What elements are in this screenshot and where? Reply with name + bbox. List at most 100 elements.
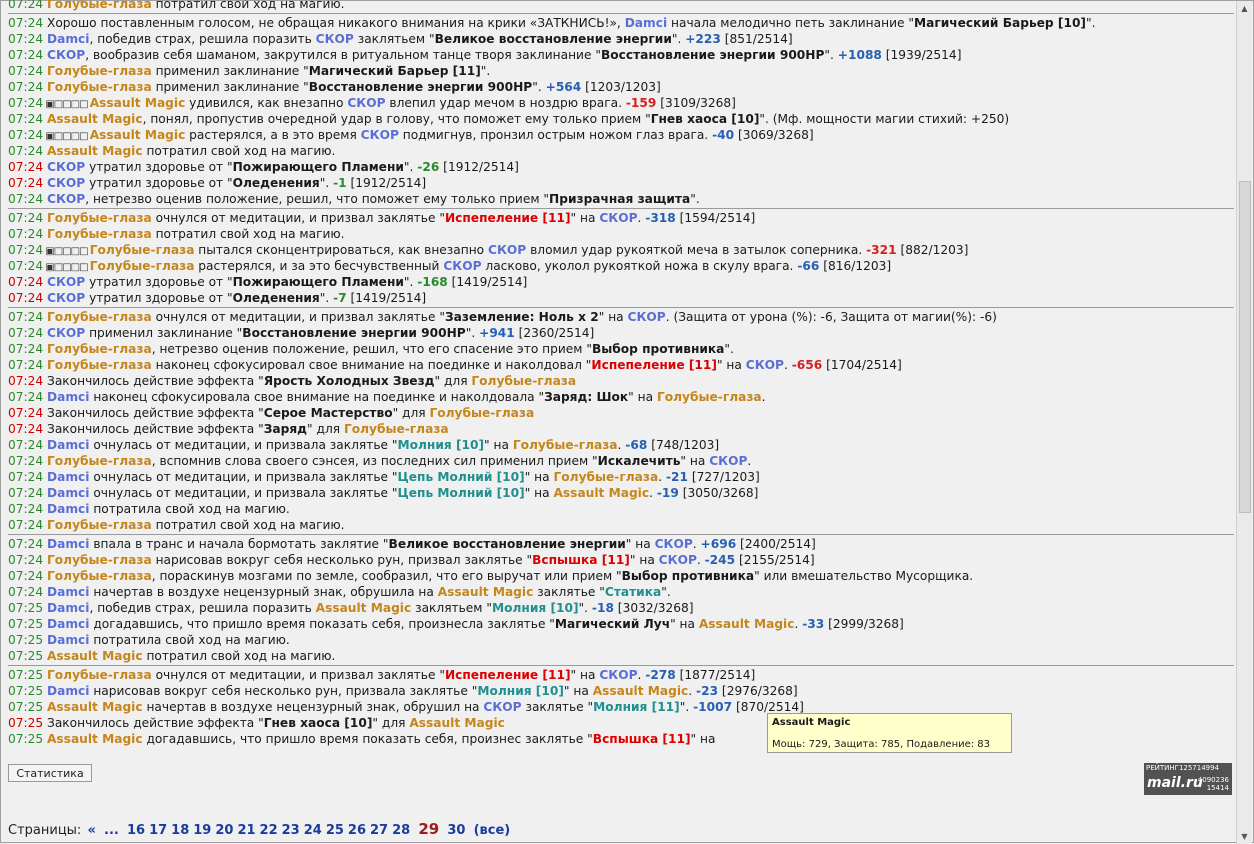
- player-name[interactable]: Голубые-глаза: [47, 80, 152, 94]
- player-name[interactable]: Голубые-глаза: [513, 438, 618, 452]
- player-name[interactable]: Assault Magic: [47, 144, 143, 158]
- player-name[interactable]: Damci: [47, 617, 89, 631]
- player-name[interactable]: Голубые-глаза: [47, 668, 152, 682]
- player-name[interactable]: Assault Magic: [409, 716, 505, 730]
- log-text: [882/1203]: [896, 243, 969, 257]
- player-name[interactable]: Assault Magic: [47, 700, 143, 714]
- player-name[interactable]: СКОР: [443, 259, 481, 273]
- player-name[interactable]: СКОР: [47, 160, 85, 174]
- player-name[interactable]: Голубые-глаза: [47, 518, 152, 532]
- log-time: 07:25: [8, 601, 44, 615]
- player-name[interactable]: Голубые-глаза: [47, 227, 152, 241]
- pagination-page[interactable]: 22: [260, 823, 278, 838]
- player-name[interactable]: Assault Magic: [47, 732, 143, 746]
- player-name[interactable]: СКОР: [628, 310, 666, 324]
- player-name[interactable]: СКОР: [47, 326, 85, 340]
- player-name[interactable]: Голубые-глаза: [344, 422, 449, 436]
- pagination-page[interactable]: 21: [237, 823, 255, 838]
- log-text: [1203/1203]: [581, 80, 661, 94]
- pagination-page[interactable]: 24: [304, 823, 322, 838]
- player-name[interactable]: Damci: [47, 633, 89, 647]
- player-name[interactable]: Damci: [47, 684, 89, 698]
- player-name[interactable]: Assault Magic: [316, 601, 412, 615]
- player-name[interactable]: Assault Magic: [90, 128, 186, 142]
- log-text: [2400/2514]: [736, 537, 816, 551]
- player-name[interactable]: Голубые-глаза: [47, 310, 152, 324]
- scroll-up-arrow-icon[interactable]: ▲: [1240, 4, 1249, 13]
- pagination-page[interactable]: 27: [370, 823, 388, 838]
- player-name[interactable]: Голубые-глаза: [90, 259, 195, 273]
- player-name[interactable]: Голубые-глаза: [47, 553, 152, 567]
- player-name[interactable]: Damci: [47, 438, 89, 452]
- player-name[interactable]: СКОР: [47, 48, 85, 62]
- player-name[interactable]: Damci: [47, 537, 89, 551]
- player-name[interactable]: Assault Magic: [554, 486, 650, 500]
- player-name[interactable]: СКОР: [709, 454, 747, 468]
- pagination-page[interactable]: 20: [215, 823, 233, 838]
- player-name[interactable]: СКОР: [483, 700, 521, 714]
- player-name[interactable]: Damci: [47, 486, 89, 500]
- vertical-scrollbar[interactable]: ▲ ▼: [1236, 1, 1252, 844]
- pagination-page[interactable]: 25: [326, 823, 344, 838]
- player-name[interactable]: СКОР: [47, 192, 85, 206]
- player-name[interactable]: СКОР: [361, 128, 399, 142]
- player-name[interactable]: Assault Magic: [699, 617, 795, 631]
- player-name[interactable]: Голубые-глаза: [471, 374, 576, 388]
- player-name[interactable]: СКОР: [47, 275, 85, 289]
- player-name[interactable]: Голубые-глаза: [47, 454, 152, 468]
- player-name[interactable]: СКОР: [347, 96, 385, 110]
- player-name[interactable]: Damci: [47, 32, 89, 46]
- player-name[interactable]: СКОР: [599, 668, 637, 682]
- player-name[interactable]: Голубые-глаза: [429, 406, 534, 420]
- player-name[interactable]: СКОР: [659, 553, 697, 567]
- pagination-all[interactable]: (все): [474, 823, 511, 838]
- player-name[interactable]: Голубые-глаза: [90, 243, 195, 257]
- mailru-rating-counter[interactable]: РЕЙТИНГ125714994 mail.ru 4090236 15414: [1144, 763, 1232, 795]
- pagination-page[interactable]: 19: [193, 823, 211, 838]
- player-name[interactable]: Голубые-глаза: [47, 569, 152, 583]
- pagination-page[interactable]: 17: [149, 823, 167, 838]
- player-name[interactable]: СКОР: [599, 211, 637, 225]
- pagination-ellipsis[interactable]: ...: [104, 823, 119, 838]
- player-name[interactable]: Assault Magic: [438, 585, 534, 599]
- pagination-page[interactable]: 28: [392, 823, 410, 838]
- player-name[interactable]: СКОР: [47, 291, 85, 305]
- pagination-prev[interactable]: «: [87, 823, 95, 838]
- pagination-page-next[interactable]: 30: [447, 823, 465, 838]
- player-name[interactable]: Голубые-глаза: [47, 211, 152, 225]
- player-name[interactable]: СКОР: [316, 32, 354, 46]
- log-entry: 07:24 Damci начертав в воздухе нецензурн…: [8, 584, 1234, 600]
- scrollbar-thumb[interactable]: [1239, 181, 1251, 513]
- player-name[interactable]: Голубые-глаза: [47, 342, 152, 356]
- player-name[interactable]: Голубые-глаза: [657, 390, 762, 404]
- player-name[interactable]: Assault Magic: [90, 96, 186, 110]
- pagination-page[interactable]: 23: [282, 823, 300, 838]
- player-name[interactable]: Damci: [47, 470, 89, 484]
- player-name[interactable]: Assault Magic: [47, 112, 143, 126]
- player-name[interactable]: Damci: [47, 390, 89, 404]
- player-name[interactable]: Assault Magic: [593, 684, 689, 698]
- log-text: , победив страх, решила поразить: [89, 32, 316, 46]
- player-name[interactable]: Assault Magic: [47, 649, 143, 663]
- hp-change-value: -1007: [693, 700, 733, 714]
- player-name[interactable]: СКОР: [655, 537, 693, 551]
- scroll-down-arrow-icon[interactable]: ▼: [1240, 832, 1249, 841]
- player-name[interactable]: Голубые-глаза: [554, 470, 659, 484]
- pagination-page[interactable]: 26: [348, 823, 366, 838]
- player-name[interactable]: Голубые-глаза: [47, 64, 152, 78]
- player-name[interactable]: СКОР: [746, 358, 784, 372]
- log-text: ".: [679, 700, 694, 714]
- log-text: Закончилось действие эффекта ": [43, 422, 264, 436]
- pagination-page[interactable]: 16: [127, 823, 145, 838]
- pagination-page[interactable]: 18: [171, 823, 189, 838]
- player-name[interactable]: Damci: [47, 502, 89, 516]
- player-name[interactable]: Голубые-глаза: [47, 358, 152, 372]
- player-name[interactable]: Damci: [47, 601, 89, 615]
- player-name[interactable]: СКОР: [488, 243, 526, 257]
- player-name[interactable]: Damci: [625, 16, 667, 30]
- player-name[interactable]: СКОР: [47, 176, 85, 190]
- log-text: " на: [628, 390, 657, 404]
- statistics-button[interactable]: Статистика: [8, 764, 92, 782]
- player-name[interactable]: Damci: [47, 585, 89, 599]
- player-name[interactable]: Голубые-глаза: [47, 0, 152, 11]
